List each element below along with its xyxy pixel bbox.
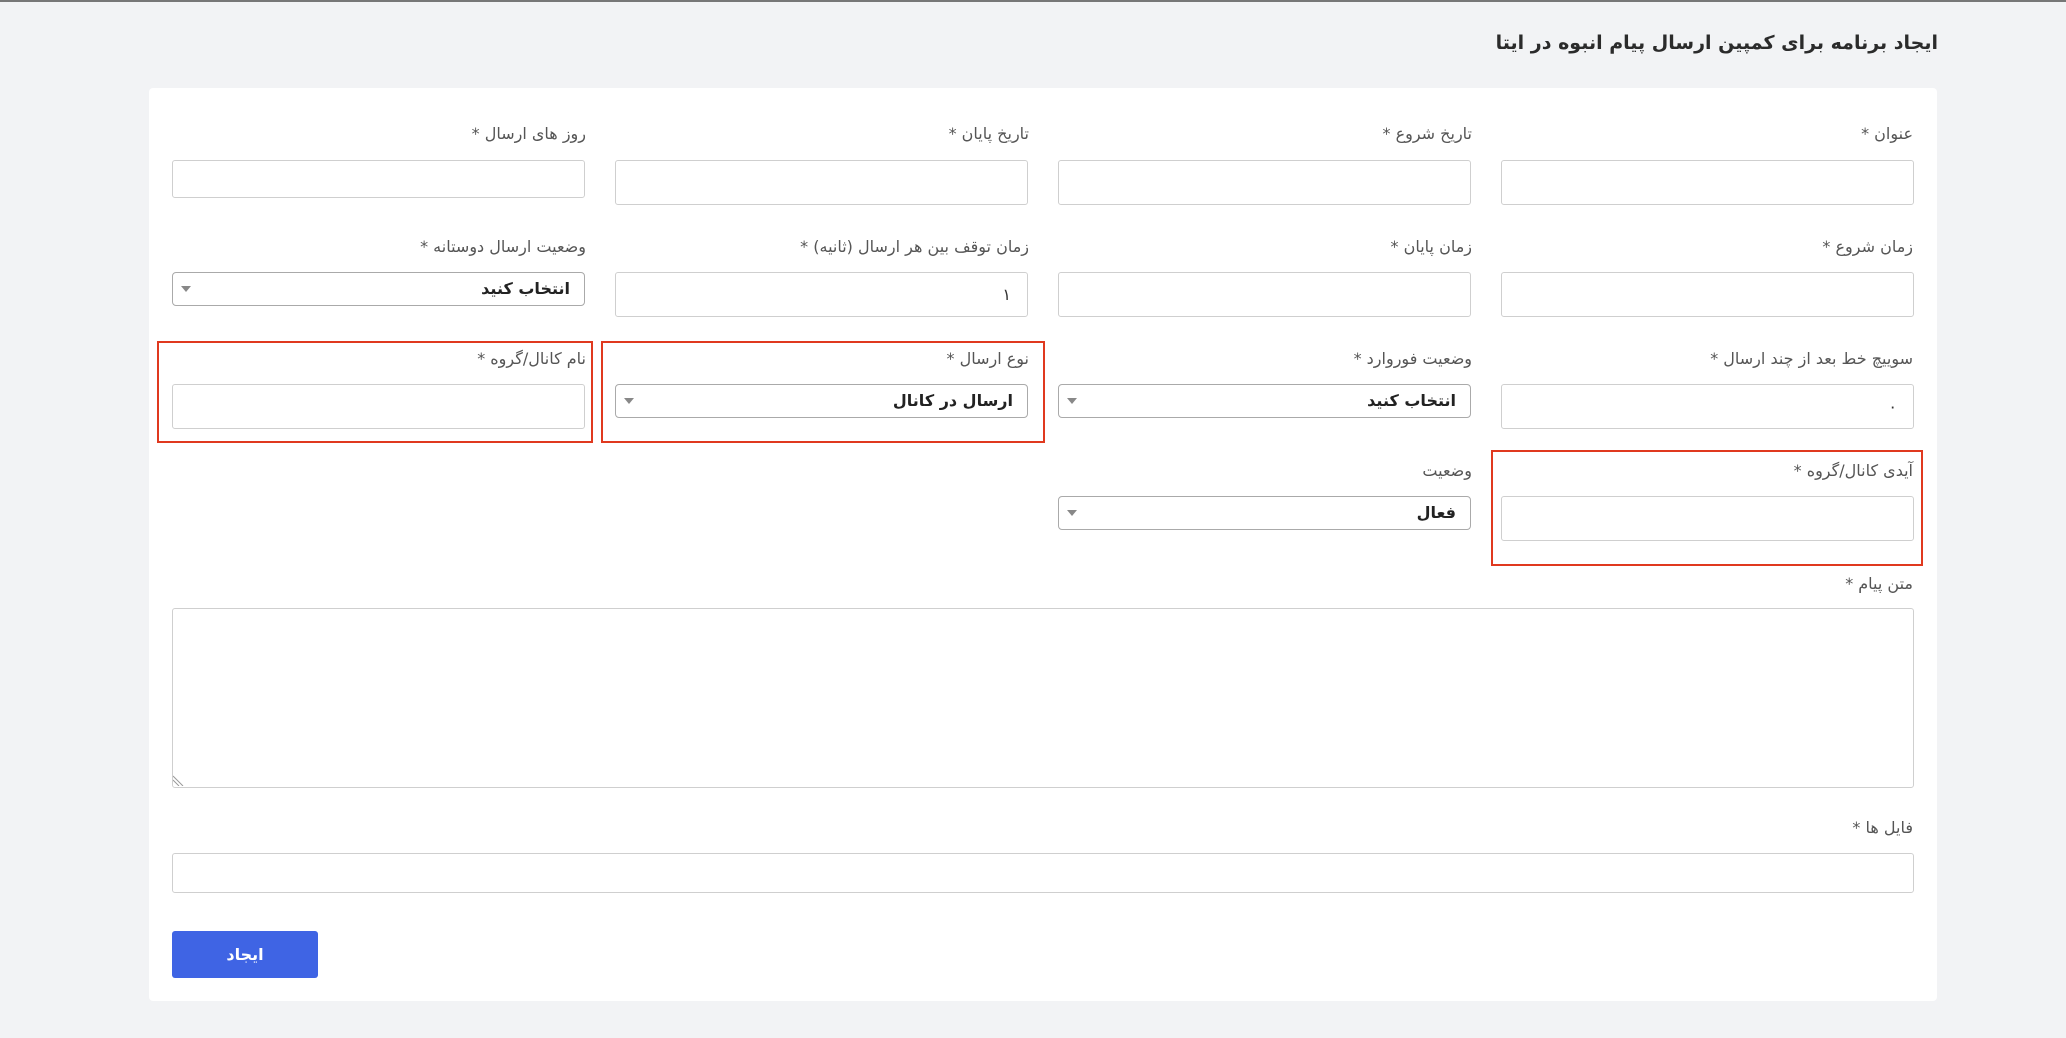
start-time-input[interactable] xyxy=(1501,272,1914,317)
chevron-down-icon xyxy=(181,286,191,292)
files-label: فایل ها * xyxy=(1852,818,1913,837)
start-date-input[interactable] xyxy=(1058,160,1471,205)
channel-name-input[interactable] xyxy=(172,384,585,429)
chevron-down-icon xyxy=(624,398,634,404)
switch-line-input[interactable] xyxy=(1501,384,1914,429)
start-date-label: تاریخ شروع * xyxy=(1382,124,1472,143)
message-label: متن پیام * xyxy=(1845,574,1913,593)
status-value: فعال xyxy=(1416,503,1456,522)
friendly-send-select[interactable]: انتخاب کنید xyxy=(172,272,585,306)
friendly-send-value: انتخاب کنید xyxy=(481,279,570,298)
forward-status-label: وضعیت فوروارد * xyxy=(1353,349,1472,368)
end-date-input[interactable] xyxy=(615,160,1028,205)
friendly-send-label: وضعیت ارسال دوستانه * xyxy=(420,237,586,256)
end-time-input[interactable] xyxy=(1058,272,1471,317)
create-button[interactable]: ایجاد xyxy=(172,931,318,978)
pause-label: زمان توقف بین هر ارسال (ثانیه) * xyxy=(800,237,1029,256)
channel-name-label: نام کانال/گروه * xyxy=(477,349,586,368)
end-date-label: تاریخ پایان * xyxy=(948,124,1029,143)
channel-id-input[interactable] xyxy=(1501,496,1914,541)
status-label: وضعیت xyxy=(1422,461,1472,480)
forward-status-value: انتخاب کنید xyxy=(1367,391,1456,410)
send-days-input[interactable] xyxy=(172,160,585,198)
resize-grip-icon[interactable] xyxy=(173,774,185,786)
send-type-select[interactable]: ارسال در کانال xyxy=(615,384,1028,418)
chevron-down-icon xyxy=(1067,510,1077,516)
status-select[interactable]: فعال xyxy=(1058,496,1471,530)
start-time-label: زمان شروع * xyxy=(1822,237,1913,256)
send-days-label: روز های ارسال * xyxy=(471,124,586,143)
end-time-label: زمان پایان * xyxy=(1390,237,1473,256)
send-type-label: نوع ارسال * xyxy=(946,349,1029,368)
chevron-down-icon xyxy=(1067,398,1077,404)
title-input[interactable] xyxy=(1501,160,1914,205)
files-input[interactable] xyxy=(172,853,1914,893)
pause-input[interactable] xyxy=(615,272,1028,317)
forward-status-select[interactable]: انتخاب کنید xyxy=(1058,384,1471,418)
send-type-value: ارسال در کانال xyxy=(892,391,1013,410)
page-title: ایجاد برنامه برای کمپین ارسال پیام انبوه… xyxy=(1495,32,1938,54)
switch-line-label: سوییچ خط بعد از چند ارسال * xyxy=(1710,349,1913,368)
message-textarea[interactable] xyxy=(172,608,1914,788)
channel-id-label: آیدی کانال/گروه * xyxy=(1793,461,1913,480)
title-label: عنوان * xyxy=(1861,124,1913,143)
